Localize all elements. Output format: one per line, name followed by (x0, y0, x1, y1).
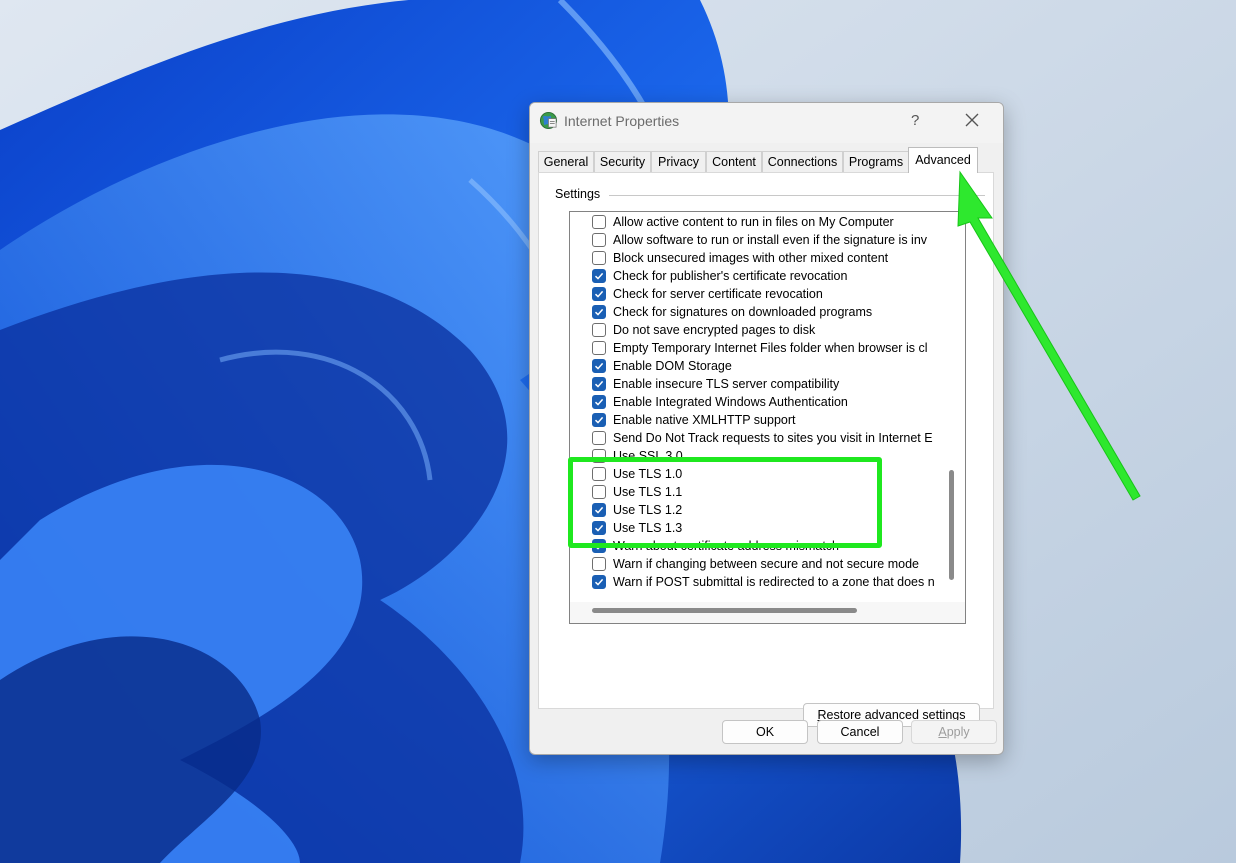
settings-item-label: Allow active content to run in files on … (613, 215, 894, 229)
checkbox[interactable] (592, 287, 606, 301)
settings-item[interactable]: Check for publisher's certificate revoca… (592, 268, 945, 286)
check-icon (594, 308, 604, 316)
title-bar[interactable]: Internet Properties ? (530, 103, 1003, 143)
settings-item[interactable]: Empty Temporary Internet Files folder wh… (592, 340, 945, 358)
checkbox[interactable] (592, 377, 606, 391)
apply-accelerator: A (938, 725, 947, 739)
tab-security[interactable]: Security (594, 151, 651, 172)
check-icon (594, 416, 604, 424)
settings-item-label: Send Do Not Track requests to sites you … (613, 431, 933, 445)
settings-item[interactable]: Warn if changing between secure and not … (592, 556, 945, 574)
tab-content[interactable]: Content (706, 151, 762, 172)
settings-group-label: Settings (555, 187, 605, 201)
checkbox[interactable] (592, 431, 606, 445)
settings-item-label: Allow software to run or install even if… (613, 233, 928, 247)
settings-item[interactable]: Do not save encrypted pages to disk (592, 322, 945, 340)
settings-item-label: Block unsecured images with other mixed … (613, 251, 889, 265)
settings-item[interactable]: Check for signatures on downloaded progr… (592, 304, 945, 322)
check-icon (594, 380, 604, 388)
close-icon[interactable] (963, 111, 981, 129)
help-button[interactable]: ? (911, 112, 919, 129)
checkbox[interactable] (592, 395, 606, 409)
tab-general[interactable]: General (538, 151, 594, 172)
settings-item[interactable]: Enable native XMLHTTP support (592, 412, 945, 430)
horizontal-scrollbar-thumb[interactable] (592, 608, 857, 613)
window-title: Internet Properties (564, 113, 680, 129)
settings-item-label: Warn if changing between secure and not … (613, 557, 919, 571)
settings-item[interactable]: Check for server certificate revocation (592, 286, 945, 304)
settings-item[interactable]: Enable insecure TLS server compatibility (592, 376, 945, 394)
globe-icon (539, 111, 558, 130)
advanced-panel: Settings Allow active content to run in … (538, 172, 994, 727)
settings-item-label: Check for signatures on downloaded progr… (613, 305, 873, 319)
check-icon (594, 362, 604, 370)
settings-item[interactable]: Enable Integrated Windows Authentication (592, 394, 945, 412)
settings-item-label: Check for server certificate revocation (613, 287, 823, 301)
checkbox[interactable] (592, 305, 606, 319)
internet-properties-dialog: Internet Properties ? General Security P… (529, 102, 1004, 755)
tab-connections[interactable]: Connections (762, 151, 843, 172)
check-icon (594, 272, 604, 280)
settings-item-label: Enable insecure TLS server compatibility (613, 377, 840, 391)
checkbox[interactable] (592, 323, 606, 337)
settings-item[interactable]: Enable DOM Storage (592, 358, 945, 376)
ok-button[interactable]: OK (722, 720, 808, 744)
checkbox[interactable] (592, 341, 606, 355)
checkbox[interactable] (592, 575, 606, 589)
settings-item-label: Empty Temporary Internet Files folder wh… (613, 341, 928, 355)
apply-label: pply (946, 725, 970, 739)
check-icon (594, 398, 604, 406)
settings-item-label: Enable native XMLHTTP support (613, 413, 796, 427)
settings-item-label: Do not save encrypted pages to disk (613, 323, 816, 337)
settings-item-label: Enable Integrated Windows Authentication (613, 395, 848, 409)
checkbox[interactable] (592, 269, 606, 283)
settings-item[interactable]: Send Do Not Track requests to sites you … (592, 430, 945, 448)
settings-item[interactable]: Warn if POST submittal is redirected to … (592, 574, 945, 592)
checkbox[interactable] (592, 215, 606, 229)
settings-item-label: Check for publisher's certificate revoca… (613, 269, 848, 283)
tab-privacy[interactable]: Privacy (651, 151, 706, 172)
check-icon (594, 578, 604, 586)
tab-programs[interactable]: Programs (843, 151, 909, 172)
settings-item-label: Enable DOM Storage (613, 359, 732, 373)
settings-item[interactable]: Allow software to run or install even if… (592, 232, 945, 250)
check-icon (594, 290, 604, 298)
pointer-arrow-icon (957, 170, 1141, 501)
cancel-button[interactable]: Cancel (817, 720, 903, 744)
checkbox[interactable] (592, 233, 606, 247)
tls-highlight-box (568, 457, 882, 548)
settings-item[interactable]: Block unsecured images with other mixed … (592, 250, 945, 268)
checkbox[interactable] (592, 251, 606, 265)
settings-item-label: Warn if POST submittal is redirected to … (613, 575, 935, 589)
checkbox[interactable] (592, 557, 606, 571)
checkbox[interactable] (592, 413, 606, 427)
settings-item[interactable]: Allow active content to run in files on … (592, 214, 945, 232)
apply-button[interactable]: Apply (911, 720, 997, 744)
checkbox[interactable] (592, 359, 606, 373)
settings-divider (609, 195, 985, 196)
settings-list[interactable]: Allow active content to run in files on … (569, 211, 966, 624)
